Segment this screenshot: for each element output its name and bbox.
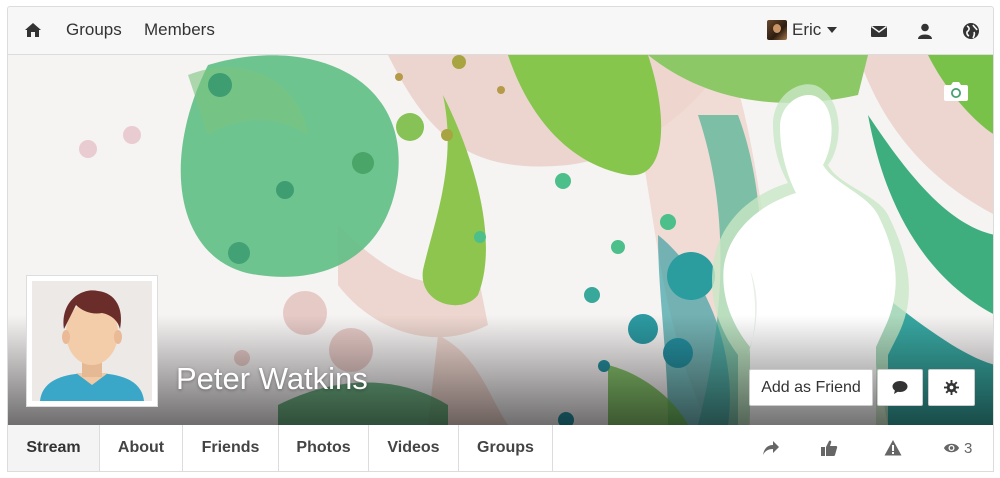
tab-groups-label: Groups bbox=[477, 439, 534, 456]
eye-icon bbox=[943, 443, 960, 453]
tab-friends[interactable]: Friends bbox=[183, 425, 279, 471]
profile-tabs: Stream About Friends Photos Videos Group… bbox=[7, 425, 994, 472]
add-friend-button[interactable]: Add as Friend bbox=[749, 369, 873, 406]
gear-icon bbox=[944, 380, 959, 395]
tab-photos[interactable]: Photos bbox=[279, 425, 369, 471]
envelope-icon[interactable] bbox=[870, 22, 888, 40]
tab-videos-label: Videos bbox=[387, 439, 440, 456]
nav-members-link[interactable]: Members bbox=[144, 20, 215, 40]
tab-about-label: About bbox=[117, 439, 165, 456]
home-icon[interactable] bbox=[24, 21, 42, 39]
message-button[interactable] bbox=[877, 369, 923, 406]
tab-about[interactable]: About bbox=[100, 425, 183, 471]
globe-icon[interactable] bbox=[962, 22, 980, 40]
user-menu[interactable]: Eric bbox=[767, 18, 838, 42]
top-navbar: Groups Members Eric bbox=[7, 6, 994, 55]
views-counter[interactable]: 3 bbox=[943, 438, 972, 458]
tab-friends-label: Friends bbox=[201, 439, 260, 456]
camera-icon[interactable] bbox=[943, 80, 969, 102]
user-icon[interactable] bbox=[916, 22, 934, 40]
views-count: 3 bbox=[964, 439, 973, 457]
profile-name: Peter Watkins bbox=[176, 361, 368, 396]
settings-button[interactable] bbox=[928, 369, 975, 406]
share-icon[interactable] bbox=[762, 439, 780, 457]
nav-groups-link[interactable]: Groups bbox=[66, 20, 122, 40]
tab-photos-label: Photos bbox=[296, 439, 351, 456]
cover-photo: Peter Watkins Add as Friend bbox=[7, 55, 994, 425]
caret-down-icon bbox=[827, 27, 838, 33]
add-friend-label: Add as Friend bbox=[761, 378, 861, 396]
user-name: Eric bbox=[792, 20, 822, 39]
tab-stream[interactable]: Stream bbox=[8, 425, 100, 471]
profile-avatar[interactable] bbox=[26, 275, 158, 407]
tab-stream-label: Stream bbox=[26, 439, 81, 456]
thumbs-up-icon[interactable] bbox=[820, 439, 838, 457]
user-avatar bbox=[767, 20, 787, 40]
comment-icon bbox=[892, 381, 908, 394]
tab-groups[interactable]: Groups bbox=[459, 425, 553, 471]
default-avatar-illustration bbox=[32, 281, 152, 401]
warning-icon[interactable] bbox=[884, 439, 902, 457]
tab-videos[interactable]: Videos bbox=[369, 425, 459, 471]
